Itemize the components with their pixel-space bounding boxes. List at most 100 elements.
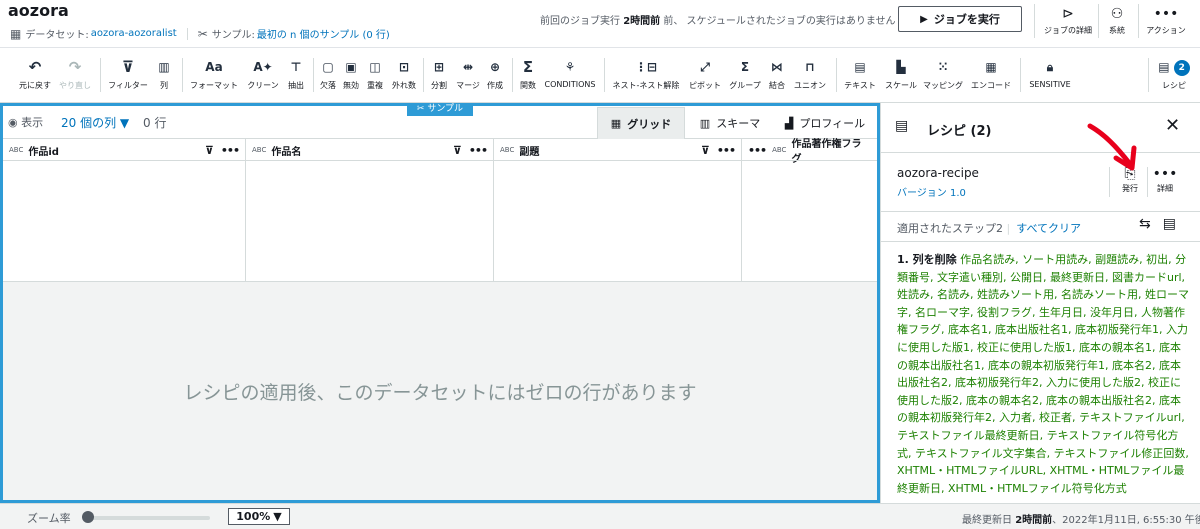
join-button[interactable]: ⋈ 結合 — [766, 58, 788, 91]
tab-grid-label: グリッド — [627, 117, 672, 131]
union-label: ユニオン — [794, 81, 826, 90]
nest-icon: ⋮⊟ — [634, 60, 658, 74]
panel-divider — [881, 241, 1200, 242]
recipe-toggle-button[interactable]: ▤ 2 レシピ — [1154, 58, 1194, 91]
missing-icon: ▢ — [322, 60, 334, 74]
clear-all-link[interactable]: すべてクリア — [1016, 222, 1081, 235]
transform-toolbar: ↶ 元に戻す ↷ やり直し ⊽ フィルター ▥ 列 Aa フォーマット A✦ クリーン ⊤ 抽… — [0, 48, 1200, 103]
pivot-button[interactable]: ⤢ ピボット — [688, 58, 722, 91]
nest-unnest-button[interactable]: ⋮⊟ ネスト-ネスト解除 — [608, 58, 684, 91]
sensitive-button[interactable]: 🔒︎ SENSITIVE — [1026, 58, 1074, 89]
lock-icon: 🔒︎ — [1046, 60, 1054, 74]
updated-time: 2時間前 — [1015, 515, 1053, 526]
recipe-icon: ▤ — [895, 118, 909, 134]
invalid-icon: ▣ — [345, 60, 357, 74]
format-button[interactable]: Aa フォーマット — [188, 58, 240, 91]
job-details-button[interactable]: ⊳ ジョブの詳細 — [1042, 6, 1094, 36]
zoom-select[interactable]: 100% ▼ — [228, 508, 290, 525]
data-grid-area: ✂ サンプル ◉ 表示 20 個の列 ▼ 0 行 ▦ グリッド ▥ スキーマ ▟ プロ… — [0, 103, 880, 503]
split-button[interactable]: ⊞ 分割 — [428, 58, 450, 91]
redo-button[interactable]: ↷ やり直し — [56, 58, 94, 91]
create-label: 作成 — [487, 81, 503, 90]
top-header: aozora ▦ データセット: aozora-aozoralist ✂ サンプ… — [0, 0, 1200, 48]
close-icon[interactable]: ✕ — [1165, 115, 1180, 136]
recipe-panel-title: レシピ (2) — [927, 124, 992, 139]
caret-down-icon: ▼ — [273, 510, 282, 523]
dataset-link[interactable]: aozora-aozoralist — [91, 28, 177, 39]
toolbar-divider — [512, 58, 513, 92]
view-toggle[interactable]: ◉ 表示 — [8, 114, 43, 130]
header-divider — [1098, 4, 1099, 38]
split-label: 分割 — [431, 81, 447, 90]
actions-button[interactable]: ••• アクション — [1140, 6, 1192, 36]
filter-button[interactable]: ⊽ フィルター — [106, 58, 150, 91]
recipe-step[interactable]: 1. 列を削除 作品名読み, ソート用読み, 副題読み, 初出, 分類番号, 文… — [897, 251, 1189, 497]
group-button[interactable]: Σ グループ — [726, 58, 764, 91]
clean-button[interactable]: A✦ クリーン — [244, 58, 282, 91]
missing-button[interactable]: ▢ 欠落 — [318, 58, 338, 91]
zoom-slider-track[interactable] — [86, 516, 210, 520]
create-button[interactable]: ⊕ 作成 — [484, 58, 506, 91]
column-header-divider — [3, 139, 877, 161]
import-icon[interactable]: ▤ — [1163, 216, 1176, 232]
applied-steps: 適用されたステップ2 | すべてクリア — [897, 222, 1082, 235]
column-label: 列 — [160, 81, 168, 90]
panel-divider — [1147, 167, 1148, 197]
union-button[interactable]: ⊓ ユニオン — [790, 58, 830, 91]
group-label: グループ — [729, 81, 761, 90]
undo-button[interactable]: ↶ 元に戻す — [16, 58, 54, 91]
recipe-label: レシピ — [1162, 81, 1186, 90]
run-job-button[interactable]: ▶ ジョブを実行 — [898, 6, 1022, 32]
nest-unnest-label: ネスト-ネスト解除 — [612, 81, 680, 90]
invalid-button[interactable]: ▣ 無効 — [340, 58, 362, 91]
column-button[interactable]: ▥ 列 — [152, 58, 176, 91]
recipe-icon: ▤ 2 — [1154, 58, 1194, 76]
duplicate-button[interactable]: ◫ 重複 — [364, 58, 386, 91]
recipe-panel-header: ▤ レシピ (2) ✕ — [881, 103, 1200, 153]
zoom-slider-handle[interactable] — [82, 511, 94, 523]
columns-dropdown[interactable]: 20 個の列 ▼ — [61, 114, 129, 131]
annotation-arrow — [1087, 123, 1137, 171]
functions-label: 関数 — [520, 81, 536, 90]
details-label: 詳細 — [1157, 184, 1173, 193]
functions-button[interactable]: Σ 関数 — [516, 58, 540, 91]
sigma-icon: Σ — [522, 58, 534, 76]
last-job-status: 前回のジョブ実行 2時間前 前、 スケジュールされたジョブの実行はありません — [540, 12, 896, 27]
extract-button[interactable]: ⊤ 抽出 — [284, 58, 308, 91]
step-tools: ⇆ ▤ — [1139, 216, 1176, 232]
conditions-button[interactable]: ⚘ CONDITIONS — [542, 58, 598, 89]
text-button[interactable]: ▤ テキスト — [840, 58, 880, 91]
tab-schema[interactable]: ▥ スキーマ — [689, 107, 771, 139]
dataset-label: データセット: — [25, 30, 89, 41]
tab-grid[interactable]: ▦ グリッド — [597, 107, 685, 139]
clean-label: クリーン — [247, 81, 279, 90]
clean-icon: A✦ — [253, 60, 273, 74]
merge-button[interactable]: ⇹ マージ — [454, 58, 482, 91]
sample-icon: ✂ — [197, 26, 208, 41]
toolbar-divider — [423, 58, 424, 92]
recipe-version-link[interactable]: バージョン 1.0 — [897, 184, 966, 199]
redo-label: やり直し — [59, 81, 91, 90]
pivot-icon: ⤢ — [700, 60, 710, 74]
details-button[interactable]: ••• 詳細 — [1149, 165, 1181, 194]
add-step-icon[interactable]: ⇆ — [1139, 216, 1151, 232]
outlier-label: 外れ数 — [392, 81, 416, 90]
sample-link[interactable]: 最初の n 個のサンプル (0 行) — [257, 26, 390, 41]
encode-button[interactable]: ▦ エンコード — [968, 58, 1014, 91]
publish-label: 発行 — [1122, 184, 1138, 193]
meta-divider — [186, 27, 188, 40]
duplicate-icon: ◫ — [369, 60, 381, 74]
mapping-button[interactable]: ⁙ マッピング — [922, 58, 964, 91]
conditions-label: CONDITIONS — [544, 80, 596, 89]
group-icon: Σ — [740, 60, 750, 74]
extract-icon: ⊤ — [290, 60, 302, 74]
view-bar: ◉ 表示 20 個の列 ▼ 0 行 ▦ グリッド ▥ スキーマ ▟ プロフィール — [3, 106, 877, 139]
view-label: 表示 — [21, 116, 44, 129]
undo-icon: ↶ — [28, 58, 42, 76]
outlier-button[interactable]: ⊡ 外れ数 — [389, 58, 419, 91]
text-icon: ▤ — [854, 60, 866, 74]
lineage-icon: ⚇ — [1110, 6, 1124, 22]
scale-button[interactable]: ▙ スケール — [882, 58, 920, 91]
more-icon: ••• — [1152, 166, 1178, 182]
lineage-button[interactable]: ⚇ 系統 — [1100, 6, 1134, 36]
